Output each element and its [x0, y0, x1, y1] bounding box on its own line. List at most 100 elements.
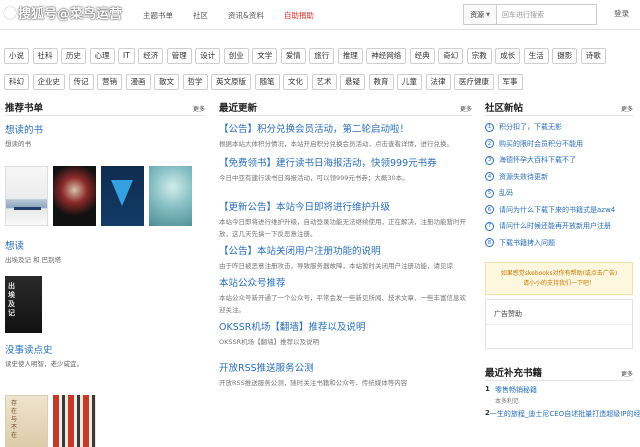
post-title-link[interactable]: 资源失效待更新 — [499, 172, 548, 182]
nav-topic-booklist[interactable]: 主题书单 — [143, 10, 173, 21]
support-banner-line2: 请小小的支持我们一下吧！ — [522, 279, 595, 287]
book-cover[interactable]: 存在与不在 — [5, 395, 48, 447]
community-post: 8 下载书籍拷入问题 — [485, 235, 633, 252]
support-banner[interactable]: 如果感觉skebooks对你有帮助(或点击广告) 请小小的支持我们一下吧！ — [485, 262, 633, 295]
book-cover[interactable] — [5, 166, 48, 226]
tag-link[interactable]: 儿童 — [397, 74, 422, 90]
search-type-value: 资源 — [470, 10, 485, 19]
tag-link[interactable]: 宗教 — [466, 48, 492, 64]
news-title-link[interactable]: 开放RSS推送服务公测 — [219, 360, 472, 374]
news-title-link[interactable]: 【免费领书】建行读书日海报活动，快领999元书券 — [219, 155, 472, 169]
tag-link[interactable]: 神经网络 — [366, 48, 407, 64]
tag-link[interactable]: 经典 — [409, 48, 435, 64]
recommend-more-link[interactable]: 更多 — [193, 104, 205, 113]
tag-link[interactable]: 成长 — [495, 48, 521, 64]
book-cover[interactable] — [53, 166, 96, 226]
book-cover[interactable] — [53, 395, 96, 447]
tag-link[interactable]: 医疗健康 — [454, 74, 494, 90]
tag-link[interactable]: 教育 — [368, 74, 394, 90]
login-link[interactable]: 登录 — [614, 8, 629, 19]
news-title-link[interactable]: 【公告】本站关闭用户注册功能的说明 — [219, 243, 472, 257]
tag-link[interactable]: IT — [118, 48, 135, 64]
tag-link[interactable]: 传记 — [68, 74, 94, 90]
tag-link[interactable]: 悬疑 — [340, 74, 365, 90]
nav-self-donation[interactable]: 自助捐助 — [284, 10, 314, 21]
post-number-badge: 2 — [485, 139, 494, 149]
news-summary: 本站今日即将进行维护升级，自动登录功能无法继续使用，正在解决，注册功能暂时开放，… — [219, 218, 466, 238]
tag-link[interactable]: 英文原版 — [211, 74, 251, 90]
news-title-link[interactable]: 本站公众号推荐 — [219, 275, 472, 289]
booklist-item: 想读的书 想读的书 — [5, 122, 205, 148]
latest-title: 最近更新 — [219, 103, 258, 114]
tag-link[interactable]: 营销 — [97, 74, 122, 90]
latest-more-link[interactable]: 更多 — [460, 104, 472, 113]
tag-link[interactable]: 文学 — [252, 48, 278, 64]
tag-link[interactable]: 文化 — [283, 74, 308, 90]
recent-book-link[interactable]: 零售畅销秘籍 — [495, 385, 537, 395]
post-title-link[interactable]: 下载书籍拷入问题 — [499, 238, 555, 248]
book-cover[interactable] — [101, 166, 144, 226]
search-type-select[interactable]: 资源 ▼ — [464, 5, 497, 24]
news-item: 【免费领书】建行读书日海报活动，快领999元书券 今日中亚有建行读书日海报活动，… — [219, 155, 472, 184]
tag-link[interactable]: 奇幻 — [438, 48, 464, 64]
news-title-link[interactable]: OKSSR机场【翻墙】推荐以及说明 — [219, 319, 472, 333]
news-title-link[interactable]: 【更新公告】本站今日即将进行维护升级 — [219, 199, 472, 213]
watermark: 搜狐号@菜鸟运营 — [4, 3, 122, 22]
latest-section: 最近更新 更多 【公告】积分兑换会员活动，第二轮启动啦！ 根据本站大体积分情况，… — [219, 96, 472, 389]
tag-link[interactable]: 法律 — [425, 74, 451, 90]
ad-sponsor-title: 广告赞助 — [494, 310, 522, 318]
community-title: 社区新帖 — [485, 103, 524, 114]
tag-link[interactable]: 推理 — [337, 48, 363, 64]
ad-sponsor-box: 广告赞助 — [485, 299, 633, 349]
post-title-link[interactable]: 购买的限时会员积分不能用 — [499, 139, 583, 149]
tag-link[interactable]: 经济 — [138, 48, 164, 64]
book-cover[interactable]: 出埃及记 — [5, 276, 42, 333]
tag-link[interactable]: 社科 — [32, 48, 58, 64]
tag-link[interactable]: 散文 — [154, 74, 179, 90]
post-title-link[interactable]: 请问为什么下载下来的书籍式是azw4 — [499, 205, 615, 215]
news-item: 开放RSS推送服务公测 开放RSS推送服务公测，随时关注书籍和公众号，传统媒体等… — [219, 360, 472, 389]
tag-link[interactable]: 历史 — [61, 48, 86, 64]
tag-link[interactable]: 管理 — [166, 48, 192, 64]
post-number-badge: 8 — [485, 238, 494, 248]
nav-news-resources[interactable]: 资讯&资料 — [228, 10, 264, 21]
search-input[interactable] — [497, 5, 596, 24]
post-title-link[interactable]: 海德怀孕大百科下载不了 — [499, 155, 576, 165]
booklist-title-link[interactable]: 想读的书 — [5, 122, 205, 136]
tag-link[interactable]: 军事 — [497, 74, 523, 90]
recent-book-author: 本多利范 — [495, 398, 520, 405]
recent-books-more-link[interactable]: 更多 — [621, 369, 633, 378]
news-title-link[interactable]: 【公告】积分兑换会员活动，第二轮启动啦！ — [219, 121, 472, 135]
tag-link[interactable]: 企业史 — [32, 74, 65, 90]
nav-community[interactable]: 社区 — [193, 10, 208, 21]
tag-link[interactable]: 小说 — [4, 48, 29, 64]
tag-link[interactable]: 旅行 — [309, 48, 335, 64]
tag-link[interactable]: 漫画 — [125, 74, 151, 90]
tag-link[interactable]: 创业 — [223, 48, 249, 64]
book-cover[interactable] — [149, 166, 192, 226]
booklist-title-link[interactable]: 想读 — [5, 238, 205, 252]
tag-link[interactable]: 爱情 — [280, 48, 306, 64]
search-box: 资源 ▼ — [463, 4, 597, 25]
recent-book-link[interactable]: 一生的旅程_迪士尼CEO自述批量打造超级IP的经营哲学 — [490, 409, 640, 419]
news-summary: 由于昨日被恶意注册攻击，导致服务器故障，本站暂时关闭用户注册功能，请见谅 — [219, 262, 453, 270]
tag-link[interactable]: 诗歌 — [580, 48, 606, 64]
community-post: 2 购买的限时会员积分不能用 — [485, 136, 633, 153]
tag-link[interactable]: 心理 — [89, 48, 115, 64]
booklist-desc: 出埃及记 和 巴别塔 — [5, 256, 62, 264]
post-title-link[interactable]: 请问什么时候还能再开放新用户注册 — [499, 221, 611, 231]
booklist-title-link[interactable]: 没事读点史 — [5, 342, 205, 356]
tag-link[interactable]: 设计 — [195, 48, 221, 64]
divider — [486, 324, 632, 325]
tag-link[interactable]: 艺术 — [311, 74, 337, 90]
community-more-link[interactable]: 更多 — [621, 104, 633, 113]
tag-link[interactable]: 摄影 — [552, 48, 578, 64]
tag-link[interactable]: 生活 — [523, 48, 549, 64]
post-title-link[interactable]: 积分扣了，下载无影 — [499, 122, 562, 132]
recent-books-title: 最近补充书籍 — [485, 368, 543, 379]
booklist-covers: 存在与不在 — [5, 395, 205, 447]
tag-link[interactable]: 哲学 — [182, 74, 208, 90]
tag-link[interactable]: 随笔 — [254, 74, 280, 90]
post-title-link[interactable]: 乱码 — [499, 188, 513, 198]
tag-link[interactable]: 科幻 — [4, 74, 29, 90]
